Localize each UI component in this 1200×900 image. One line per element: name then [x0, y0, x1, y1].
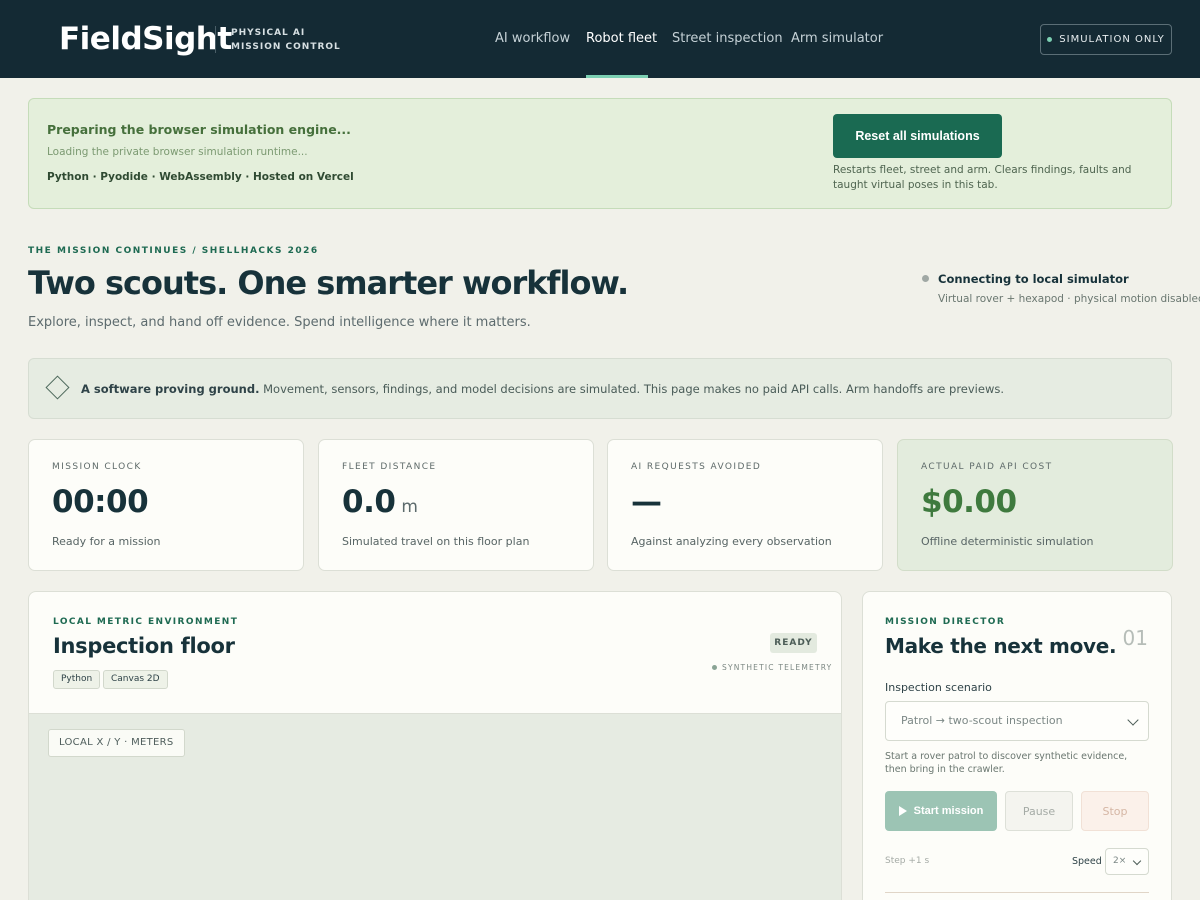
status-dot-icon	[1047, 37, 1053, 42]
metric-label: AI REQUESTS AVOIDED	[631, 462, 762, 472]
simulation-only-label: SIMULATION ONLY	[1059, 34, 1165, 45]
notice-body: Movement, sensors, findings, and model d…	[259, 382, 1004, 396]
metric-note: Ready for a mission	[52, 535, 161, 548]
page-title: Two scouts. One smarter workflow.	[28, 264, 629, 302]
simulation-only-badge: SIMULATION ONLY	[1040, 24, 1172, 55]
banner-tech-stack: Python · Pyodide · WebAssembly · Hosted …	[47, 171, 354, 183]
notice-text: A software proving ground. Movement, sen…	[81, 382, 1004, 396]
metric-note: Offline deterministic simulation	[921, 535, 1094, 548]
director-title: Make the next move.	[885, 634, 1117, 658]
banner-title: Preparing the browser simulation engine.…	[47, 122, 351, 137]
brand-subtitle: PHYSICAL AI MISSION CONTROL	[231, 26, 341, 54]
scenario-label: Inspection scenario	[885, 681, 992, 694]
director-eyebrow: MISSION DIRECTOR	[885, 617, 1006, 627]
play-icon	[898, 806, 907, 816]
stop-button[interactable]: Stop	[1081, 791, 1149, 831]
metric-value: —	[631, 484, 662, 520]
telemetry-dot-icon	[712, 665, 717, 670]
metric-card-paid-api-cost: ACTUAL PAID API COST $0.00 Offline deter…	[897, 439, 1173, 571]
top-navigation-bar: FieldSight PHYSICAL AI MISSION CONTROL A…	[0, 0, 1200, 78]
page-subtitle: Explore, inspect, and hand off evidence.…	[28, 315, 531, 330]
metric-value: $0.00	[921, 484, 1017, 520]
metric-label: ACTUAL PAID API COST	[921, 462, 1053, 472]
metric-card-fleet-distance: FLEET DISTANCE 0.0 m Simulated travel on …	[318, 439, 594, 571]
reset-all-simulations-button[interactable]: Reset all simulations	[833, 114, 1002, 158]
notice-bold: A software proving ground.	[81, 382, 260, 396]
metric-unit: m	[401, 497, 418, 517]
speed-select-value: 2×	[1113, 856, 1127, 866]
nav-robot-fleet[interactable]: Robot fleet	[586, 31, 657, 46]
metric-label: FLEET DISTANCE	[342, 462, 437, 472]
telemetry-label: SYNTHETIC TELEMETRY	[722, 663, 833, 672]
brand-subtitle-line1: PHYSICAL AI	[231, 28, 306, 38]
start-mission-label: Start mission	[913, 805, 984, 817]
nav-street-inspection[interactable]: Street inspection	[672, 31, 783, 46]
floor-title: Inspection floor	[53, 634, 235, 658]
axis-units-label: LOCAL X / Y · METERS	[48, 729, 185, 757]
reset-note: Restarts fleet, street and arm. Clears f…	[833, 164, 1132, 191]
pause-button[interactable]: Pause	[1005, 791, 1073, 831]
metric-value: 0.0	[342, 484, 396, 520]
scenario-select-value: Patrol → two-scout inspection	[901, 714, 1063, 727]
step-button[interactable]: Step +1 s	[885, 856, 929, 866]
brand-logo[interactable]: FieldSight	[59, 19, 232, 59]
brand-subtitle-line2: MISSION CONTROL	[231, 42, 341, 52]
step-number: 01	[1122, 626, 1148, 650]
status-badge: READY	[770, 633, 817, 653]
speed-label: Speed	[1072, 856, 1102, 867]
start-mission-button[interactable]: Start mission	[885, 791, 997, 831]
inspection-floor-panel: LOCAL METRIC ENVIRONMENT Inspection floo…	[28, 591, 842, 900]
mission-director-panel: MISSION DIRECTOR 01 Make the next move. …	[862, 591, 1172, 900]
metric-label: MISSION CLOCK	[52, 462, 142, 472]
chevron-down-icon	[1127, 714, 1139, 726]
metric-card-mission-clock: MISSION CLOCK 00:00 Ready for a mission	[28, 439, 304, 571]
scenario-select[interactable]: Patrol → two-scout inspection	[885, 701, 1149, 741]
diamond-icon	[45, 375, 70, 400]
tag-canvas-2d: Canvas 2D	[103, 670, 168, 689]
nav-ai-workflow[interactable]: AI workflow	[495, 31, 570, 46]
nav-arm-simulator[interactable]: Arm simulator	[791, 31, 883, 46]
engine-loading-banner: Preparing the browser simulation engine.…	[28, 98, 1172, 209]
synthetic-telemetry-indicator: SYNTHETIC TELEMETRY	[712, 663, 832, 672]
divider	[885, 892, 1149, 893]
metric-note: Simulated travel on this floor plan	[342, 535, 530, 548]
connection-status-dot-icon	[922, 275, 929, 282]
metric-value-wrap: 0.0 m	[342, 484, 418, 520]
speed-select[interactable]: 2×	[1105, 848, 1149, 875]
tag-python: Python	[53, 670, 101, 689]
connection-status-title: Connecting to local simulator	[938, 272, 1129, 286]
banner-subtitle: Loading the private browser simulation r…	[47, 146, 308, 158]
metric-value: 00:00	[52, 484, 149, 520]
connection-status-subtitle: Virtual rover + hexapod · physical motio…	[938, 293, 1200, 305]
hero-eyebrow: THE MISSION CONTINUES / SHELLHACKS 2026	[28, 246, 319, 256]
chevron-down-icon	[1132, 856, 1142, 866]
brand-divider	[215, 26, 216, 53]
metric-note: Against analyzing every observation	[631, 535, 832, 548]
active-nav-indicator	[586, 75, 648, 78]
metric-card-ai-requests-avoided: AI REQUESTS AVOIDED — Against analyzing …	[607, 439, 883, 571]
floor-canvas[interactable]: LOCAL X / Y · METERS	[29, 713, 841, 900]
floor-eyebrow: LOCAL METRIC ENVIRONMENT	[53, 617, 239, 627]
proving-ground-notice: A software proving ground. Movement, sen…	[28, 358, 1172, 419]
scenario-help-text: Start a rover patrol to discover synthet…	[885, 751, 1128, 775]
